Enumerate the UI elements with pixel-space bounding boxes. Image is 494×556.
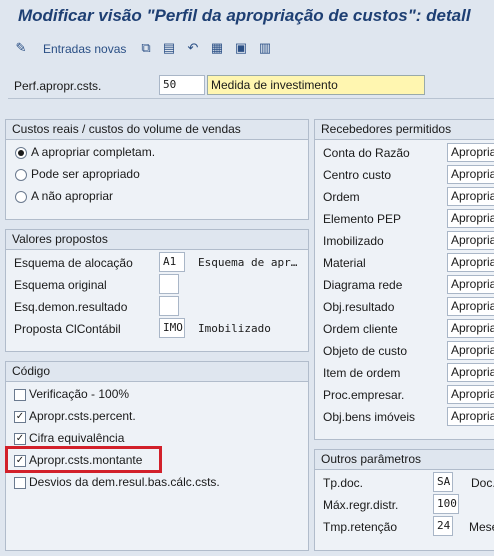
receiver-business-process-field[interactable]: Apropria [447, 385, 494, 404]
alloc-structure-label: Esquema de alocação [14, 256, 133, 270]
header-divider [8, 98, 494, 99]
select-block-icon[interactable]: ▣ [232, 39, 250, 57]
delete-icon[interactable]: ▤ [160, 39, 178, 57]
doc-type-field[interactable]: SA [433, 472, 453, 492]
select-all-icon[interactable]: ▦ [208, 39, 226, 57]
highlight-box [5, 446, 162, 473]
check-100-validation[interactable] [14, 389, 26, 401]
receiver-real-estate-field[interactable]: Apropria [447, 407, 494, 426]
doc-type-label: Tp.doc. [323, 476, 364, 490]
receiver-profit-segment-label: Obj.resultado [323, 300, 395, 314]
max-dist-rules-field[interactable]: 100 [433, 494, 459, 514]
check-100-validation-label: Verificação - 100% [29, 387, 130, 401]
new-entries-button[interactable]: Entradas novas [43, 42, 126, 56]
receiver-asset-field[interactable]: Apropria [447, 231, 494, 250]
radio-not-settle[interactable] [15, 191, 27, 203]
copy-icon[interactable]: ⧉ [137, 39, 155, 57]
default-gl-text: Imobilizado [198, 322, 271, 335]
title-bar: Modificar visão "Perfil da apropriação d… [0, 0, 494, 32]
alloc-structure-text: Esquema de apr… [198, 256, 298, 269]
alloc-structure-field[interactable]: A1 [159, 252, 185, 272]
source-structure-label: Esquema original [14, 278, 107, 292]
pa-transfer-label: Esq.demon.resultado [14, 300, 128, 314]
receiver-profit-segment-field[interactable]: Apropria [447, 297, 494, 316]
default-gl-label: Proposta ClContábil [14, 322, 121, 336]
receiver-order-item-field[interactable]: Apropria [447, 363, 494, 382]
receiver-gl-label: Conta do Razão [323, 146, 410, 160]
page-title: Modificar visão "Perfil da apropriação d… [18, 6, 471, 25]
receiver-real-estate-label: Obj.bens imóveis [323, 410, 416, 424]
receivers-title: Recebedores permitidos [315, 120, 494, 140]
check-percent-settlement-label: Apropr.csts.percent. [29, 409, 136, 423]
receiver-order-item-label: Item de ordem [323, 366, 401, 380]
profile-description-field[interactable]: Medida de investimento [207, 75, 425, 95]
receiver-business-process-label: Proc.empresar. [323, 388, 405, 402]
application-toolbar: ✎ Entradas novas ⧉ ▤ ↶ ▦ ▣ ▥ [0, 34, 494, 64]
default-gl-field[interactable]: IMO [159, 318, 185, 338]
max-dist-rules-label: Máx.regr.distr. [323, 498, 399, 512]
check-equivalence-label: Cifra equivalência [29, 431, 125, 445]
receiver-material-label: Material [323, 256, 366, 270]
residence-time-label: Tmp.retenção [323, 520, 398, 534]
other-params-title: Outros parâmetros [315, 450, 494, 470]
receiver-network-label: Diagrama rede [323, 278, 403, 292]
radio-settle-fully-label: A apropriar completam. [31, 145, 156, 159]
radio-can-settle[interactable] [15, 169, 27, 181]
radio-not-settle-label: A não apropriar [31, 189, 114, 203]
check-percent-settlement[interactable]: ✓ [14, 411, 26, 423]
undo-icon[interactable]: ↶ [184, 39, 202, 57]
check-equivalence[interactable]: ✓ [14, 433, 26, 445]
receiver-sales-order-field[interactable]: Apropria [447, 319, 494, 338]
receiver-cost-object-label: Objeto de custo [323, 344, 408, 358]
display-change-icon[interactable]: ✎ [12, 39, 30, 57]
pa-transfer-field[interactable] [159, 296, 179, 316]
profile-code-field[interactable]: 50 [159, 75, 205, 95]
receiver-cost-object-field[interactable]: Apropria [447, 341, 494, 360]
residence-time-unit: Mese [469, 520, 494, 534]
actual-costs-group: Custos reais / custos do volume de venda… [5, 119, 309, 220]
radio-settle-fully[interactable] [15, 147, 27, 159]
receivers-group: Recebedores permitidos Conta do Razão Ap… [314, 119, 494, 440]
receiver-wbs-label: Elemento PEP [323, 212, 402, 226]
other-params-group: Outros parâmetros Tp.doc. SA Doc. Máx.re… [314, 449, 494, 551]
receiver-network-field[interactable]: Apropria [447, 275, 494, 294]
receiver-sales-order-label: Ordem cliente [323, 322, 398, 336]
receiver-material-field[interactable]: Apropria [447, 253, 494, 272]
actual-costs-title: Custos reais / custos do volume de venda… [6, 120, 308, 140]
radio-can-settle-label: Pode ser apropriado [31, 167, 140, 181]
source-structure-field[interactable] [159, 274, 179, 294]
default-values-group: Valores propostos Esquema de alocação A1… [5, 229, 309, 352]
receiver-wbs-field[interactable]: Apropria [447, 209, 494, 228]
receiver-order-field[interactable]: Apropria [447, 187, 494, 206]
default-values-title: Valores propostos [6, 230, 308, 250]
receiver-cc-field[interactable]: Apropria [447, 165, 494, 184]
receiver-asset-label: Imobilizado [323, 234, 384, 248]
code-title: Código [6, 362, 308, 382]
deselect-all-icon[interactable]: ▥ [256, 39, 274, 57]
receiver-gl-field[interactable]: Apropria [447, 143, 494, 162]
profile-label: Perf.apropr.csts. [14, 79, 102, 93]
doc-type-text: Doc. [471, 476, 494, 490]
check-variances-label: Desvios da dem.resul.bas.cálc.csts. [29, 475, 220, 489]
receiver-cc-label: Centro custo [323, 168, 392, 182]
receiver-order-label: Ordem [323, 190, 360, 204]
check-variances[interactable] [14, 477, 26, 489]
residence-time-field[interactable]: 24 [433, 516, 453, 536]
